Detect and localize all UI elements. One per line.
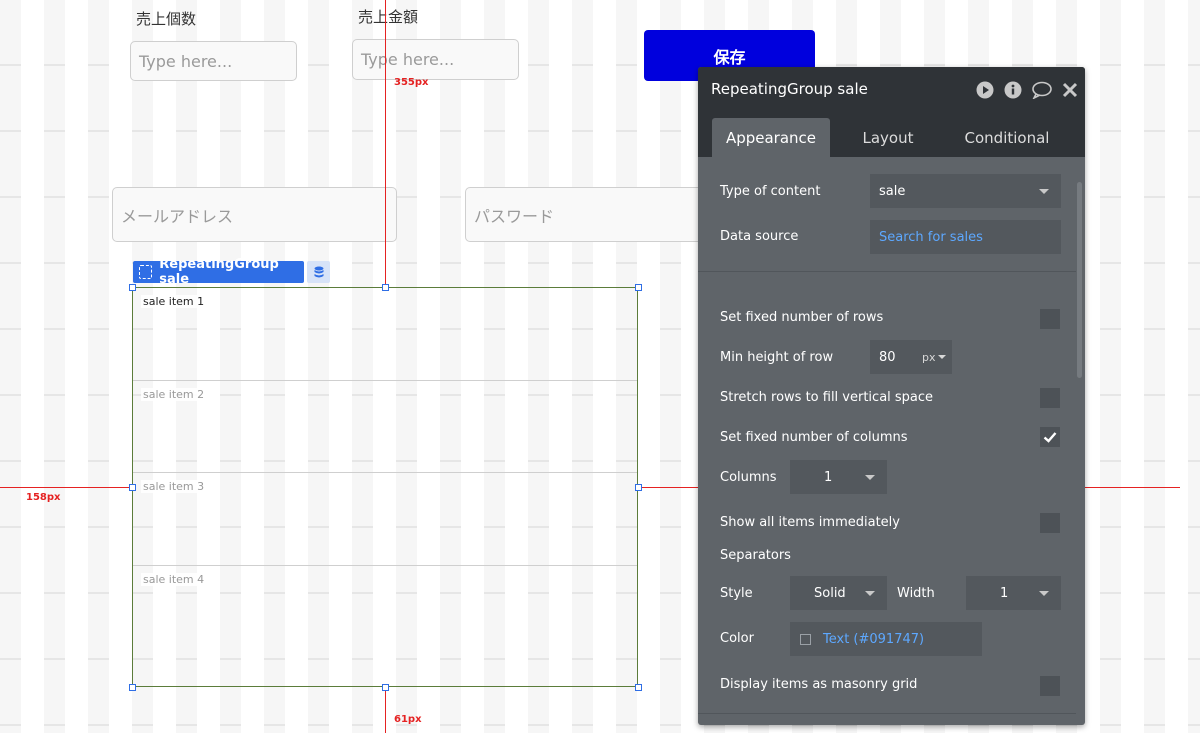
- columns-dropdown[interactable]: 1: [790, 460, 887, 494]
- columns-value: 1: [824, 469, 833, 485]
- fixed-rows-checkbox[interactable]: [1040, 309, 1060, 329]
- separator-style-dropdown[interactable]: Solid: [790, 576, 887, 610]
- chevron-down-icon: [1039, 189, 1049, 194]
- color-swatch[interactable]: [800, 633, 811, 645]
- chevron-down-icon: [1039, 591, 1049, 596]
- stretch-rows-checkbox[interactable]: [1040, 388, 1060, 408]
- section-divider: [698, 713, 1076, 714]
- unit-caret-icon: [938, 355, 946, 359]
- type-of-content-dropdown[interactable]: sale: [870, 174, 1061, 208]
- resize-handle-tl[interactable]: [129, 284, 136, 291]
- panel-scrollbar[interactable]: [1077, 182, 1082, 378]
- checkmark-icon: [1043, 432, 1057, 443]
- amount-label: 売上金額: [358, 8, 419, 26]
- email-input[interactable]: メールアドレス: [112, 187, 397, 242]
- list-item-label: sale item 2: [141, 388, 207, 401]
- min-height-value: 80: [879, 349, 896, 365]
- list-item-label: sale item 1: [141, 295, 207, 308]
- info-icon[interactable]: [1004, 81, 1022, 99]
- qty-label: 売上個数: [136, 10, 197, 28]
- separator-color-value: Text (#091747): [823, 631, 925, 647]
- masonry-checkbox[interactable]: [1040, 676, 1060, 696]
- min-height-label: Min height of row: [720, 350, 834, 365]
- resize-handle-bm[interactable]: [382, 684, 389, 691]
- data-source-field[interactable]: Search for sales: [870, 220, 1061, 254]
- property-editor-panel: RepeatingGroup sale Appearance Layout Co…: [698, 67, 1085, 725]
- color-label: Color: [720, 631, 754, 646]
- play-icon[interactable]: [976, 81, 994, 99]
- list-item: sale item 4: [133, 566, 637, 686]
- list-item: sale item 2: [133, 381, 637, 473]
- chevron-down-icon: [865, 591, 875, 596]
- fixed-columns-label: Set fixed number of columns: [720, 430, 908, 445]
- tab-appearance[interactable]: Appearance: [712, 118, 830, 157]
- resize-handle-bl[interactable]: [129, 684, 136, 691]
- width-label: Width: [897, 586, 935, 601]
- list-item-label: sale item 3: [141, 480, 207, 493]
- list-item: sale item 3: [133, 473, 637, 566]
- separator-color-field[interactable]: Text (#091747): [790, 622, 982, 656]
- stretch-rows-label: Stretch rows to fill vertical space: [720, 390, 934, 405]
- resize-handle-tm[interactable]: [382, 284, 389, 291]
- list-item[interactable]: sale item 1: [133, 288, 637, 381]
- data-source-value: Search for sales: [879, 229, 983, 245]
- columns-label: Columns: [720, 470, 777, 485]
- qty-input[interactable]: Type here...: [130, 41, 297, 81]
- separator-width-dropdown[interactable]: 1: [966, 576, 1061, 610]
- qty-input-placeholder: Type here...: [139, 51, 233, 71]
- type-of-content-label: Type of content: [720, 184, 821, 199]
- separator-width-value: 1: [1000, 585, 1009, 601]
- top-distance-guide: [385, 0, 386, 287]
- bottom-distance-guide: [385, 687, 386, 733]
- tab-layout[interactable]: Layout: [833, 118, 943, 157]
- email-input-placeholder: メールアドレス: [121, 206, 234, 226]
- separators-label: Separators: [720, 548, 791, 563]
- resize-handle-br[interactable]: [635, 684, 642, 691]
- panel-header[interactable]: RepeatingGroup sale: [698, 67, 1085, 112]
- type-of-content-value: sale: [879, 183, 906, 199]
- left-distance-guide: [0, 487, 132, 488]
- password-input[interactable]: パスワード: [465, 187, 705, 242]
- repeating-group[interactable]: sale item 1 sale item 2 sale item 3 sale…: [132, 287, 638, 687]
- resize-handle-ml[interactable]: [129, 484, 136, 491]
- section-divider: [698, 271, 1076, 272]
- panel-tabs: Appearance Layout Conditional: [698, 112, 1085, 157]
- resize-handle-tr[interactable]: [635, 284, 642, 291]
- amount-input-placeholder: Type here...: [361, 50, 455, 69]
- database-button[interactable]: [307, 261, 330, 283]
- show-all-checkbox[interactable]: [1040, 513, 1060, 533]
- right-distance-guide: [638, 487, 698, 488]
- show-all-label: Show all items immediately: [720, 515, 900, 530]
- resize-handle-mr[interactable]: [635, 484, 642, 491]
- right-distance-guide-outer: [1085, 487, 1180, 488]
- left-distance-label: 158px: [26, 492, 61, 503]
- selection-icon: [139, 265, 153, 279]
- password-input-placeholder: パスワード: [474, 206, 555, 226]
- close-icon[interactable]: [1062, 81, 1078, 99]
- chevron-down-icon: [865, 475, 875, 480]
- fixed-columns-checkbox[interactable]: [1040, 427, 1060, 447]
- repeating-group-tag[interactable]: RepeatingGroup sale: [133, 257, 304, 287]
- min-height-input[interactable]: 80 px: [870, 340, 952, 374]
- comment-icon[interactable]: [1032, 81, 1052, 99]
- amount-input[interactable]: Type here...: [352, 39, 519, 80]
- min-height-unit[interactable]: px: [922, 351, 936, 364]
- top-distance-label: 355px: [394, 77, 429, 88]
- tab-conditional[interactable]: Conditional: [948, 118, 1066, 157]
- style-label: Style: [720, 586, 753, 601]
- masonry-label: Display items as masonry grid: [720, 677, 918, 692]
- fixed-rows-label: Set fixed number of rows: [720, 310, 884, 325]
- repeating-group-tag-label: RepeatingGroup sale: [159, 257, 279, 287]
- separator-style-value: Solid: [814, 585, 846, 601]
- list-item-label: sale item 4: [141, 573, 207, 586]
- bottom-distance-label: 61px: [394, 714, 422, 725]
- data-source-label: Data source: [720, 229, 799, 244]
- database-icon: [314, 266, 323, 277]
- panel-title: RepeatingGroup sale: [711, 80, 868, 98]
